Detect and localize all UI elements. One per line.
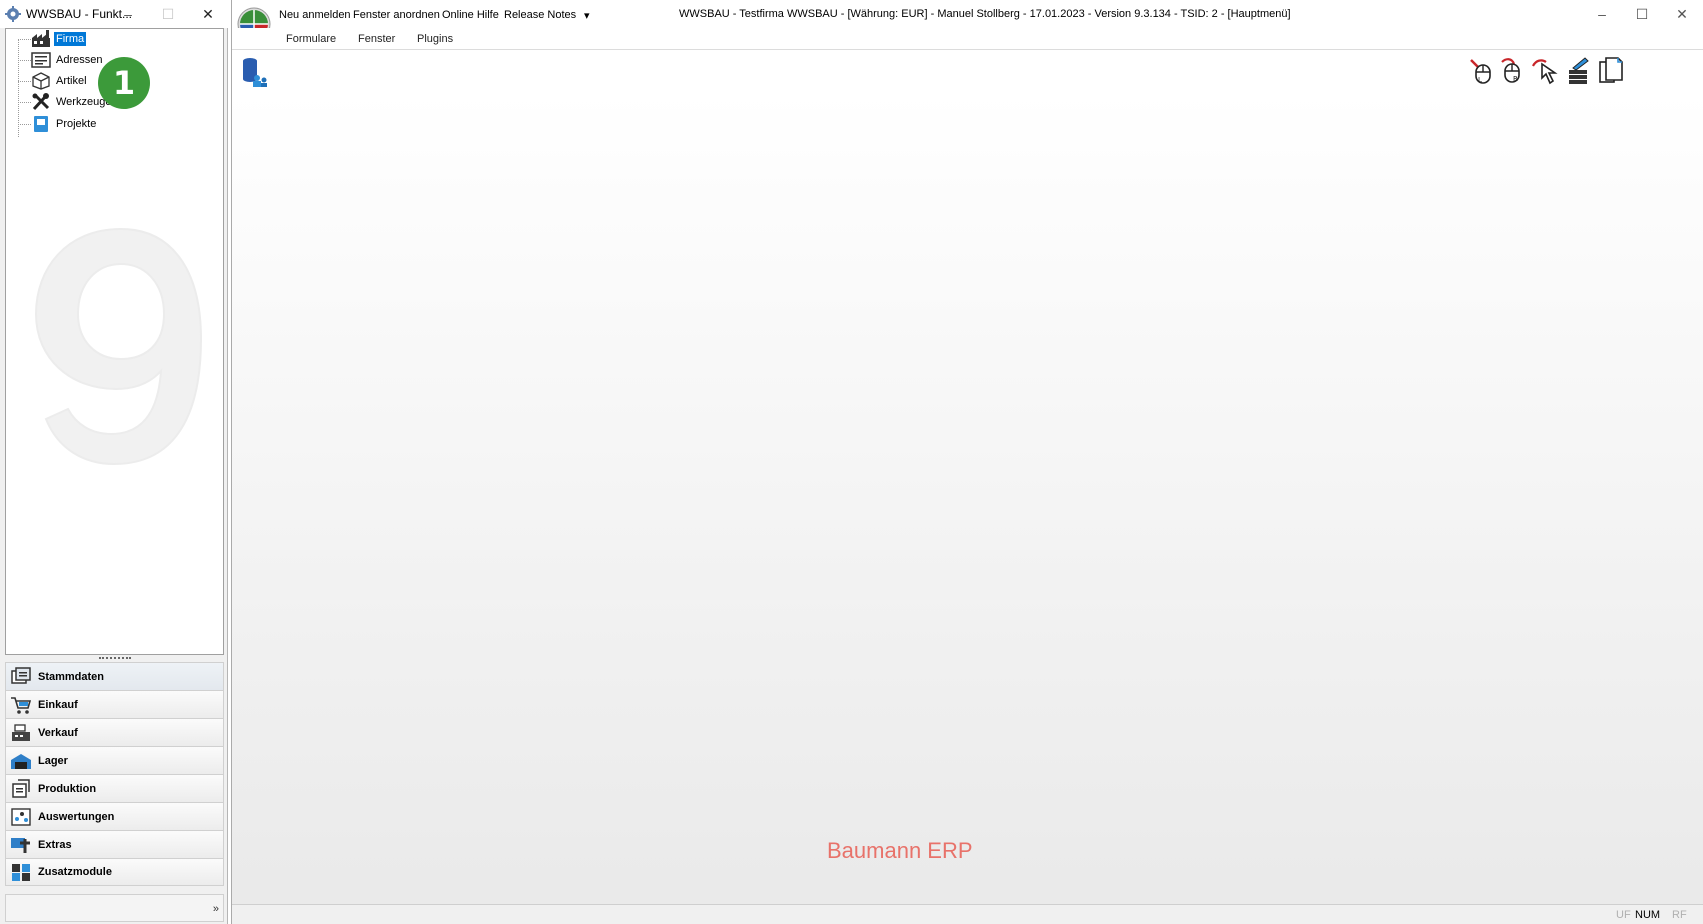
module-navigation: Stammdaten Einkauf Verkauf Lager Produkt… bbox=[5, 662, 224, 886]
nav-label: Auswertungen bbox=[38, 810, 115, 823]
project-icon bbox=[34, 116, 48, 132]
nav-produktion[interactable]: Produktion bbox=[5, 774, 224, 802]
tools-icon bbox=[32, 93, 50, 111]
nav-verkauf[interactable]: Verkauf bbox=[5, 718, 224, 746]
tree-item-label: Adressen bbox=[56, 54, 103, 66]
release-notes-button[interactable]: Release Notes bbox=[504, 9, 576, 21]
function-window: WWSBAU - Funkt... – ☐ ✕ Firma Adressen A… bbox=[0, 0, 228, 924]
tree-item-label: Firma bbox=[54, 32, 87, 46]
master-data-icon bbox=[11, 666, 31, 684]
status-rf: RF bbox=[1672, 909, 1687, 921]
status-num: NUM bbox=[1635, 909, 1661, 921]
cart-icon bbox=[11, 696, 32, 714]
nav-extras[interactable]: Extras bbox=[5, 830, 224, 858]
main-close-button[interactable]: ✕ bbox=[1664, 0, 1700, 28]
expand-chevron-icon[interactable]: » bbox=[213, 903, 219, 915]
tree-item-label: Artikel bbox=[56, 75, 87, 87]
factory-icon bbox=[32, 30, 50, 47]
mouse-right-icon[interactable]: R bbox=[1498, 56, 1528, 86]
mouse-left-icon[interactable]: L bbox=[1467, 56, 1497, 86]
nav-lager[interactable]: Lager bbox=[5, 746, 224, 774]
cursor-hand-icon[interactable] bbox=[1530, 56, 1560, 86]
status-uf: UF bbox=[1616, 909, 1631, 921]
nav-label: Einkauf bbox=[38, 698, 78, 711]
nav-label: Lager bbox=[38, 754, 68, 767]
app-icon bbox=[5, 6, 21, 22]
nav-footer: » bbox=[5, 894, 224, 922]
nav-auswertungen[interactable]: Auswertungen bbox=[5, 802, 224, 830]
tree-item-projekte[interactable]: Projekte bbox=[6, 114, 206, 134]
address-card-icon bbox=[31, 52, 51, 68]
tab-formulare[interactable]: Formulare bbox=[286, 33, 336, 45]
main-window: Neu anmelden Fenster anordnen Online Hil… bbox=[231, 0, 1703, 924]
quick-access-dropdown-icon[interactable]: ▾ bbox=[584, 9, 590, 22]
database-users-icon[interactable] bbox=[240, 56, 268, 88]
nav-label: Produktion bbox=[38, 782, 97, 795]
nav-einkauf[interactable]: Einkauf bbox=[5, 690, 224, 718]
function-window-titlebar[interactable]: WWSBAU - Funkt... – ☐ ✕ bbox=[0, 0, 228, 28]
box-icon bbox=[32, 72, 50, 90]
nav-label: Zusatzmodule bbox=[38, 866, 112, 878]
svg-text:L: L bbox=[1478, 76, 1482, 84]
status-bar: UF NUM RF bbox=[232, 904, 1703, 924]
function-tree[interactable]: Firma Adressen Artikel Werkzeuge Projekt… bbox=[5, 28, 224, 655]
close-button[interactable]: ✕ bbox=[190, 0, 226, 28]
cash-register-icon bbox=[12, 723, 30, 741]
online-hilfe-button[interactable]: Online Hilfe bbox=[442, 9, 499, 21]
maximize-button[interactable]: ☐ bbox=[150, 0, 186, 28]
ribbon-tabs: Formulare Fenster Plugins bbox=[232, 28, 1703, 50]
extras-icon bbox=[11, 837, 30, 853]
nav-label: Stammdaten bbox=[38, 670, 105, 683]
step-badge: 1 bbox=[98, 57, 150, 109]
tab-fenster[interactable]: Fenster bbox=[358, 33, 395, 45]
document-stack-edit-icon[interactable] bbox=[1563, 56, 1593, 86]
nav-zusatzmodule[interactable]: Zusatzmodule bbox=[5, 858, 224, 886]
minimize-button[interactable]: – bbox=[110, 0, 146, 28]
fenster-anordnen-button[interactable]: Fenster anordnen bbox=[353, 9, 440, 21]
production-icon bbox=[12, 778, 30, 798]
tree-item-firma[interactable]: Firma bbox=[6, 29, 206, 49]
main-window-title: WWSBAU - Testfirma WWSBAU - [Währung: EU… bbox=[679, 8, 1291, 20]
brand-text: Baumann ERP bbox=[827, 838, 973, 863]
modules-icon bbox=[12, 864, 30, 881]
nav-label: Extras bbox=[38, 838, 72, 851]
main-window-titlebar[interactable]: Neu anmelden Fenster anordnen Online Hil… bbox=[232, 0, 1703, 41]
copy-document-icon[interactable] bbox=[1596, 56, 1626, 86]
tree-item-label: Projekte bbox=[56, 118, 97, 130]
warehouse-icon bbox=[11, 753, 31, 769]
chart-icon bbox=[11, 807, 31, 826]
neu-anmelden-button[interactable]: Neu anmelden bbox=[279, 9, 351, 21]
svg-text:R: R bbox=[1513, 75, 1518, 83]
version-nine-watermark-icon bbox=[34, 227, 203, 466]
nav-stammdaten[interactable]: Stammdaten bbox=[5, 662, 224, 690]
panel-splitter[interactable] bbox=[5, 655, 224, 661]
nav-label: Verkauf bbox=[38, 726, 78, 739]
tab-plugins[interactable]: Plugins bbox=[417, 33, 453, 45]
main-minimize-button[interactable]: – bbox=[1584, 0, 1620, 28]
main-maximize-button[interactable]: ☐ bbox=[1624, 0, 1660, 28]
